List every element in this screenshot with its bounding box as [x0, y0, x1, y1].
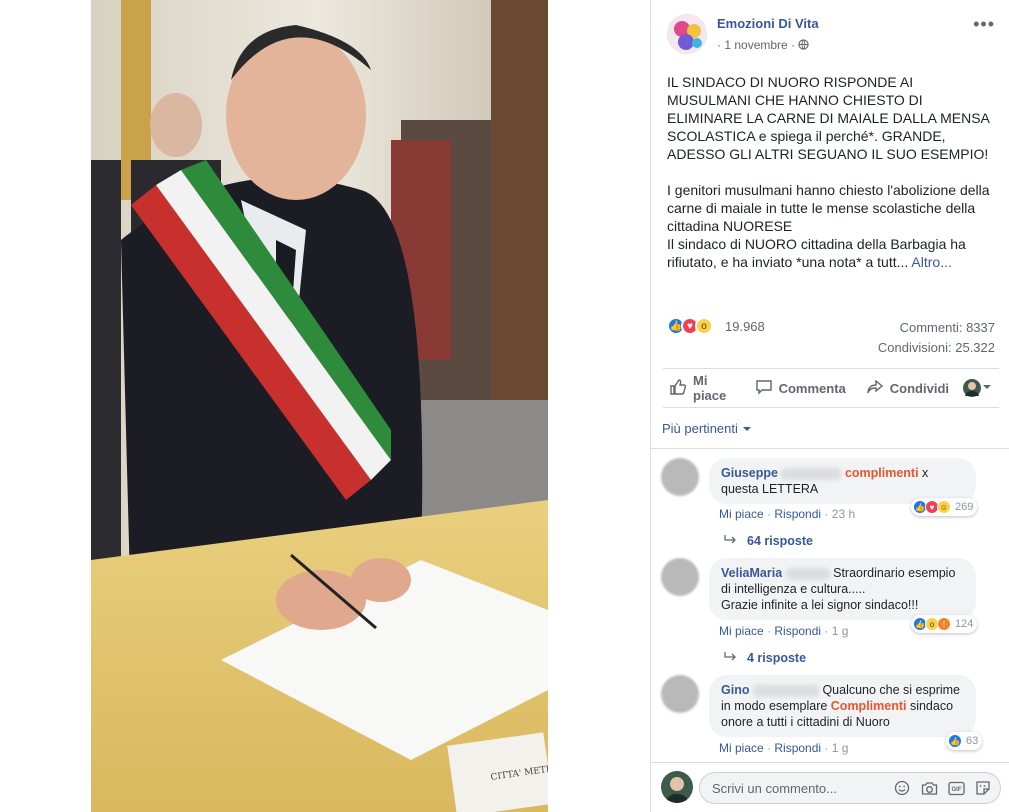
- post-paragraph-2a: I genitori musulmani hanno chiesto l'abo…: [667, 182, 990, 234]
- comment-time[interactable]: 1 g: [832, 624, 849, 638]
- shares-count[interactable]: Condivisioni: 25.322: [878, 340, 995, 355]
- commenter-name[interactable]: Gino: [721, 683, 749, 697]
- post-as-selector[interactable]: [963, 379, 993, 397]
- comment-filter[interactable]: Più pertinenti: [662, 421, 752, 436]
- like-mini-icon: 👍: [948, 734, 962, 748]
- commenter-avatar[interactable]: [661, 675, 699, 713]
- photo-viewer: CITTA' METR: [0, 0, 650, 812]
- gif-label: GIF: [951, 787, 961, 793]
- comment-reaction-count: 124: [955, 618, 974, 630]
- comment-reaction-count: 63: [966, 735, 979, 747]
- comment-time[interactable]: 1 g: [832, 741, 849, 755]
- post-date[interactable]: 1 novembre: [724, 38, 787, 52]
- comment-time[interactable]: 23 h: [832, 507, 855, 521]
- angry-mini-icon: !: [937, 617, 951, 631]
- view-replies[interactable]: 4 risposte: [723, 651, 806, 665]
- like-button[interactable]: Mi piace: [669, 373, 735, 403]
- comment-bubble: Gino Qualcuno che si esprime in modo ese…: [709, 675, 976, 737]
- reply-arrow-icon: [723, 651, 747, 665]
- comment-text-line2: Grazie infinite a lei signor sindaco!!!: [721, 598, 919, 612]
- comment-meta: Mi piace · Rispondi · 23 h: [719, 507, 856, 521]
- sticker-icon[interactable]: [974, 778, 992, 798]
- camera-icon[interactable]: [920, 778, 938, 798]
- post-meta: · 1 novembre ·: [717, 38, 810, 52]
- comment-filter-label: Più pertinenti: [662, 421, 738, 436]
- user-avatar-icon: [963, 379, 981, 397]
- comment-reply-link[interactable]: Rispondi: [774, 507, 821, 521]
- comment-like-link[interactable]: Mi piace: [719, 741, 764, 755]
- filter-chevron-icon: [742, 421, 752, 436]
- comment-input[interactable]: Scrivi un commento... GIF: [699, 772, 1001, 804]
- post-author[interactable]: Emozioni Di Vita: [717, 16, 819, 31]
- comment-reaction-count: 269: [955, 501, 974, 513]
- share-button[interactable]: Condividi: [866, 378, 949, 399]
- redacted-surname: [785, 567, 830, 580]
- view-replies[interactable]: 64 risposte: [723, 534, 813, 548]
- wow-reaction-icon: o: [695, 317, 713, 335]
- comments-count[interactable]: Commenti: 8337: [900, 320, 995, 335]
- post-message: IL SINDACO DI NUORO RISPONDE AI MUSULMAN…: [667, 73, 997, 271]
- share-label: Condividi: [889, 380, 949, 396]
- composer-tools: GIF: [893, 778, 992, 798]
- comment-reactions[interactable]: 👍 ♥ ☺ 269: [911, 498, 978, 516]
- reply-arrow-icon: [723, 534, 747, 548]
- comment-reply-link[interactable]: Rispondi: [774, 624, 821, 638]
- divider: [651, 448, 1009, 449]
- comment-composer: Scrivi un commento... GIF: [651, 762, 1009, 812]
- commenter-name[interactable]: VeliaMaria: [721, 566, 782, 580]
- reaction-icons[interactable]: 👍 ♥ o: [667, 317, 713, 335]
- post-actions: Mi piace Commenta Condividi: [663, 368, 999, 408]
- more-icon[interactable]: •••: [973, 14, 995, 35]
- post-header: Emozioni Di Vita · 1 novembre · •••: [667, 14, 997, 58]
- comment-reactions[interactable]: 👍 63: [946, 732, 983, 750]
- reactions-bar: 👍 ♥ o 19.968 Commenti: 8337 Condivisioni…: [667, 317, 995, 357]
- comment-icon: [755, 378, 779, 399]
- like-label: Mi piace: [693, 373, 727, 403]
- photo-illustration: CITTA' METR: [91, 0, 548, 812]
- post-paragraph-1: IL SINDACO DI NUORO RISPONDE AI MUSULMAN…: [667, 74, 990, 162]
- page-avatar[interactable]: [667, 14, 707, 54]
- chevron-down-icon: [981, 379, 993, 397]
- like-icon: [669, 378, 693, 399]
- comment-placeholder: Scrivi un commento...: [712, 781, 837, 796]
- commenter-avatar[interactable]: [661, 558, 699, 596]
- comment-button[interactable]: Commenta: [755, 378, 846, 399]
- comment-like-link[interactable]: Mi piace: [719, 624, 764, 638]
- commenter-avatar[interactable]: [661, 458, 699, 496]
- emoji-icon[interactable]: [893, 778, 911, 798]
- reactions-count[interactable]: 19.968: [725, 319, 765, 334]
- comment-meta: Mi piace · Rispondi · 1 g: [719, 624, 849, 638]
- globe-icon: [798, 38, 810, 52]
- comment-meta: Mi piace · Rispondi · 1 g: [719, 741, 849, 755]
- comment-reply-link[interactable]: Rispondi: [774, 741, 821, 755]
- replies-count: 64 risposte: [747, 534, 814, 548]
- comment-reactions[interactable]: 👍 o ! 124: [911, 615, 978, 633]
- redacted-surname: [781, 467, 842, 480]
- share-icon: [866, 378, 890, 399]
- see-more-link[interactable]: Altro...: [911, 254, 951, 270]
- my-avatar[interactable]: [661, 771, 693, 803]
- commenter-name[interactable]: Giuseppe: [721, 466, 778, 480]
- comment-label: Commenta: [778, 380, 846, 396]
- post-photo[interactable]: CITTA' METR: [91, 0, 548, 812]
- comment-highlight: Complimenti: [830, 699, 907, 713]
- comment-bubble: VeliaMaria Straordinario esempio di inte…: [709, 558, 976, 620]
- comment-like-link[interactable]: Mi piace: [719, 507, 764, 521]
- replies-count: 4 risposte: [747, 651, 807, 665]
- post-side-panel: Emozioni Di Vita · 1 novembre · ••• IL S…: [650, 0, 1009, 812]
- gif-icon[interactable]: GIF: [947, 778, 965, 798]
- redacted-surname: [752, 684, 819, 697]
- comment-highlight: complimenti: [844, 466, 919, 480]
- haha-mini-icon: ☺: [937, 500, 951, 514]
- post-paragraph-2b: Il sindaco di NUORO cittadina della Barb…: [667, 235, 997, 271]
